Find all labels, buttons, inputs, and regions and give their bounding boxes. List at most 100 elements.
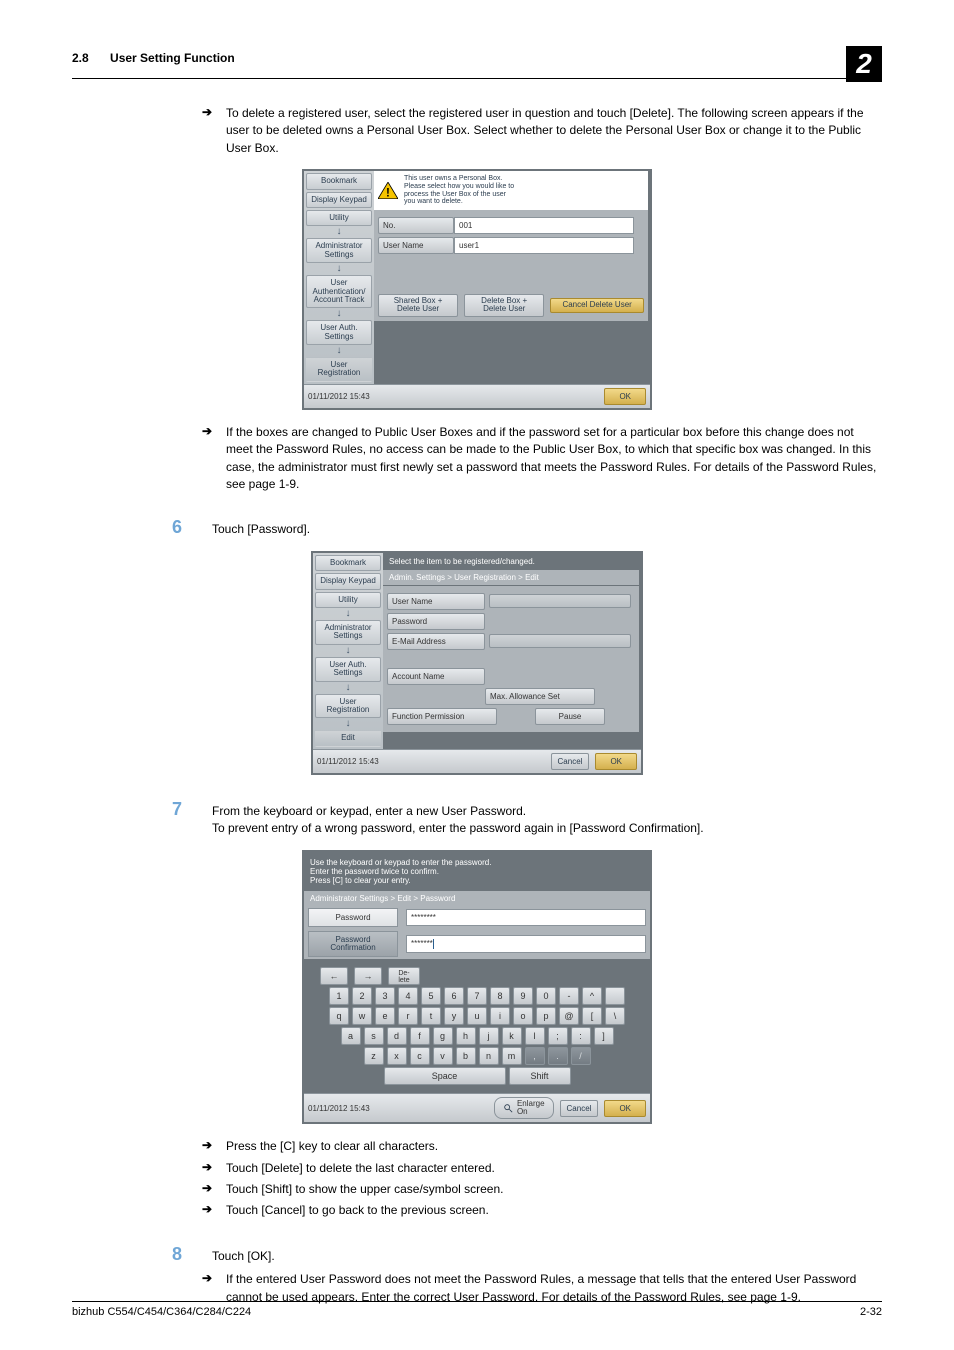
ok-button[interactable]: OK (604, 388, 646, 405)
timestamp: 01/11/2012 15:43 (317, 757, 379, 766)
tab-password[interactable]: Password (308, 908, 398, 927)
keyboard-key[interactable]: ] (594, 1027, 614, 1045)
pause-button[interactable]: Pause (535, 708, 605, 725)
cancel-button[interactable]: Cancel (560, 1100, 599, 1117)
keyboard-key[interactable]: ^ (582, 987, 602, 1005)
keyboard-key[interactable]: 6 (444, 987, 464, 1005)
sidebar-item-user-auth-settings[interactable]: User Auth. Settings (306, 320, 372, 345)
keyboard-key[interactable]: 0 (536, 987, 556, 1005)
sidebar-item-display-keypad[interactable]: Display Keypad (306, 192, 372, 208)
keyboard-key[interactable]: u (467, 1007, 487, 1025)
keyboard-key[interactable]: , (525, 1047, 545, 1065)
sidebar-item-utility[interactable]: Utility (315, 592, 381, 608)
keyboard-key[interactable]: 4 (398, 987, 418, 1005)
keyboard-key[interactable]: 8 (490, 987, 510, 1005)
keyboard-key[interactable]: v (433, 1047, 453, 1065)
keyboard-key[interactable]: 9 (513, 987, 533, 1005)
keyboard-key[interactable]: w (352, 1007, 372, 1025)
keyboard-key[interactable]: m (502, 1047, 522, 1065)
function-permission-button[interactable]: Function Permission (387, 708, 497, 725)
delete-box-delete-user-button[interactable]: Delete Box + Delete User (464, 294, 544, 317)
keyboard-key[interactable]: i (490, 1007, 510, 1025)
keyboard-key[interactable]: h (456, 1027, 476, 1045)
instruction-arrow: ➔Touch [Shift] to show the upper case/sy… (202, 1181, 882, 1198)
tab-password-confirmation[interactable]: Password Confirmation (308, 931, 398, 958)
password-confirmation-input[interactable]: ******* (406, 935, 646, 953)
sidebar-item-user-auth-settings[interactable]: User Auth. Settings (315, 657, 381, 682)
keyboard-key[interactable]: d (387, 1027, 407, 1045)
keyboard-key[interactable]: e (375, 1007, 395, 1025)
chevron-down-icon: ↓ (313, 719, 383, 729)
space-key[interactable]: Space (384, 1067, 506, 1085)
keyboard-key[interactable]: - (559, 987, 579, 1005)
sidebar-item-utility[interactable]: Utility (306, 210, 372, 226)
account-name-button[interactable]: Account Name (387, 668, 485, 685)
enlarge-on-button[interactable]: Enlarge On (494, 1097, 554, 1119)
keyboard-key[interactable]: t (421, 1007, 441, 1025)
keyboard-key[interactable]: n (479, 1047, 499, 1065)
shared-box-delete-user-button[interactable]: Shared Box + Delete User (378, 294, 458, 317)
cursor-left-button[interactable]: ← (320, 967, 348, 985)
warning-icon: ! (378, 182, 398, 199)
keyboard-key[interactable]: [ (582, 1007, 602, 1025)
keyboard-key[interactable]: ; (548, 1027, 568, 1045)
delete-button[interactable]: De- lete (388, 967, 420, 985)
keyboard-key[interactable]: o (513, 1007, 533, 1025)
keyboard-key[interactable]: / (571, 1047, 591, 1065)
password-input[interactable]: ******** (406, 909, 646, 926)
page-footer: bizhub C554/C454/C364/C284/C224 2-32 (72, 1301, 882, 1318)
keyboard-key[interactable]: a (341, 1027, 361, 1045)
keyboard-key[interactable]: @ (559, 1007, 579, 1025)
keyboard-key[interactable] (605, 987, 625, 1005)
keyboard-key[interactable]: : (571, 1027, 591, 1045)
keyboard-key[interactable]: l (525, 1027, 545, 1045)
keyboard-key[interactable]: g (433, 1027, 453, 1045)
sidebar-item-admin-settings[interactable]: Administrator Settings (306, 238, 372, 263)
keyboard-key[interactable]: . (548, 1047, 568, 1065)
keyboard-key[interactable]: c (410, 1047, 430, 1065)
cursor-right-button[interactable]: → (354, 967, 382, 985)
ok-button[interactable]: OK (604, 1100, 646, 1117)
cancel-button[interactable]: Cancel (551, 753, 590, 770)
keyboard-key[interactable]: y (444, 1007, 464, 1025)
sidebar-item-bookmark[interactable]: Bookmark (315, 555, 381, 571)
shift-key[interactable]: Shift (509, 1067, 571, 1085)
arrow-right-icon: ➔ (202, 1181, 216, 1198)
keyboard-key[interactable]: 3 (375, 987, 395, 1005)
step-8: 8 Touch [OK]. (172, 1244, 882, 1265)
password-button[interactable]: Password (387, 613, 485, 630)
keyboard-key[interactable]: 2 (352, 987, 372, 1005)
breadcrumb: Administrator Settings > Edit > Password (304, 891, 650, 906)
section-heading: 2.8 User Setting Function (72, 51, 235, 65)
ok-button[interactable]: OK (595, 753, 637, 770)
keyboard-key[interactable]: 7 (467, 987, 487, 1005)
keyboard-key[interactable]: p (536, 1007, 556, 1025)
keyboard-key[interactable]: k (502, 1027, 522, 1045)
sidebar-item-edit[interactable]: Edit (315, 730, 381, 746)
keyboard-key[interactable]: s (364, 1027, 384, 1045)
sidebar-item-user-auth-account-track[interactable]: User Authentication/ Account Track (306, 275, 372, 308)
max-allowance-set-button[interactable]: Max. Allowance Set (485, 688, 595, 705)
keyboard-key[interactable]: r (398, 1007, 418, 1025)
keyboard-key[interactable]: f (410, 1027, 430, 1045)
email-address-button[interactable]: E-Mail Address (387, 633, 485, 650)
sidebar-item-user-registration[interactable]: User Registration (306, 357, 372, 382)
sidebar-item-admin-settings[interactable]: Administrator Settings (315, 620, 381, 645)
sidebar-item-bookmark[interactable]: Bookmark (306, 173, 372, 189)
sidebar-item-user-registration[interactable]: User Registration (315, 694, 381, 719)
arrow-right-icon: ➔ (202, 424, 216, 494)
user-name-button[interactable]: User Name (387, 593, 485, 610)
timestamp: 01/11/2012 15:43 (308, 392, 370, 401)
keyboard-key[interactable]: x (387, 1047, 407, 1065)
cancel-delete-user-button[interactable]: Cancel Delete User (550, 298, 644, 312)
keyboard-key[interactable]: z (364, 1047, 384, 1065)
warning-message: This user owns a Personal Box. Please se… (404, 175, 514, 206)
instruction-arrow: ➔ To delete a registered user, select th… (202, 105, 882, 157)
keyboard-key[interactable]: b (456, 1047, 476, 1065)
keyboard-key[interactable]: 5 (421, 987, 441, 1005)
keyboard-key[interactable]: q (329, 1007, 349, 1025)
keyboard-key[interactable]: j (479, 1027, 499, 1045)
keyboard-key[interactable]: \ (605, 1007, 625, 1025)
keyboard-key[interactable]: 1 (329, 987, 349, 1005)
sidebar-item-display-keypad[interactable]: Display Keypad (315, 573, 381, 589)
